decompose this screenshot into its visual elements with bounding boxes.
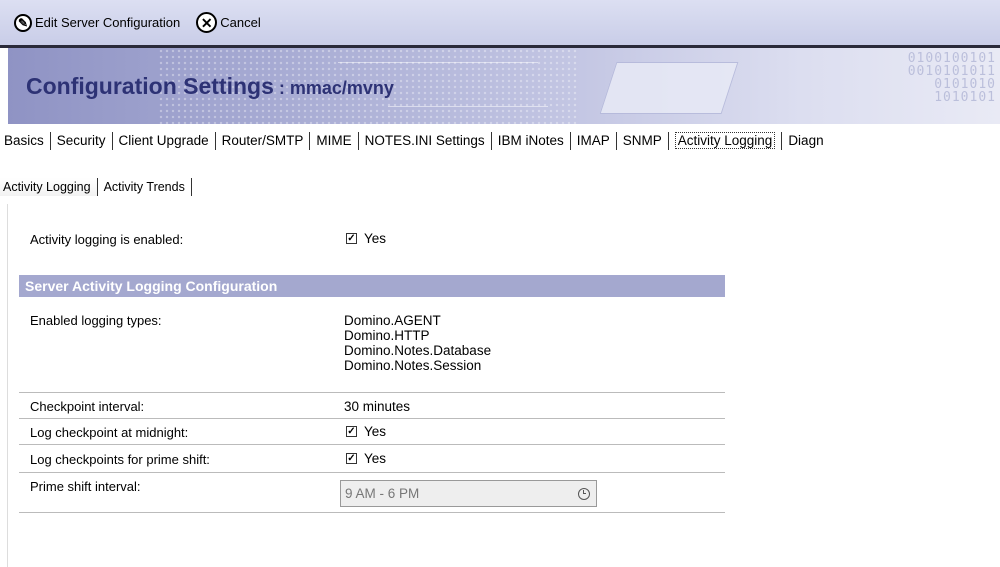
main-tab-bar: Basics Security Client Upgrade Router/SM… xyxy=(0,126,1000,156)
list-item: Domino.Notes.Database xyxy=(344,343,492,358)
edit-server-configuration-button[interactable]: ✎ Edit Server Configuration xyxy=(14,13,181,32)
banner-binary-graphic: 0100100101 0010101011 0101010 1010101 xyxy=(907,51,996,105)
section-header: Server Activity Logging Configuration xyxy=(19,275,725,297)
cancel-label: Cancel xyxy=(220,15,261,30)
log-checkpoints-prime-shift-checkbox[interactable]: ✓ Yes xyxy=(346,451,386,466)
tab-ibm-inotes[interactable]: IBM iNotes xyxy=(492,132,571,150)
tab-basics[interactable]: Basics xyxy=(0,132,51,150)
checkpoint-interval-value: 30 minutes xyxy=(344,399,411,414)
tab-snmp[interactable]: SNMP xyxy=(617,132,669,150)
logging-types-label: Enabled logging types: xyxy=(30,313,162,328)
banner: 0100100101 0010101011 0101010 1010101 Co… xyxy=(8,48,1000,124)
tab-imap[interactable]: IMAP xyxy=(571,132,617,150)
list-item: Domino.Notes.Session xyxy=(344,358,482,373)
checkmark-icon: ✓ xyxy=(346,425,357,437)
close-icon: ✕ xyxy=(196,12,218,33)
server-name: mmac/mvny xyxy=(289,78,394,98)
logging-types-list: Domino.AGENT Domino.HTTP Domino.Notes.Da… xyxy=(344,313,491,373)
tab-activity-logging[interactable]: Activity Logging xyxy=(669,132,783,150)
page-title: Configuration Settings : mmac/mvny xyxy=(26,73,394,99)
tab-notes-ini-settings[interactable]: NOTES.INI Settings xyxy=(359,132,492,150)
log-checkpoint-midnight-checkbox[interactable]: ✓ Yes xyxy=(346,424,386,439)
logging-enabled-checkbox[interactable]: ✓ Yes xyxy=(346,231,386,246)
sub-tab-bar: Activity Logging Activity Trends xyxy=(0,176,192,198)
tab-client-upgrade[interactable]: Client Upgrade xyxy=(113,132,216,150)
toolbar: ✎ Edit Server Configuration ✕ Cancel xyxy=(0,0,1000,48)
cancel-button[interactable]: ✕ Cancel xyxy=(196,12,261,33)
banner-chip-graphic xyxy=(599,62,739,114)
checkmark-icon: ✓ xyxy=(346,232,357,244)
prime-shift-interval-input[interactable]: 9 AM - 6 PM xyxy=(340,480,597,507)
checkpoint-interval-label: Checkpoint interval: xyxy=(30,399,145,414)
log-checkpoints-prime-shift-label: Log checkpoints for prime shift: xyxy=(30,452,210,467)
subtab-activity-logging[interactable]: Activity Logging xyxy=(0,178,98,196)
tab-diagnostics[interactable]: Diagn xyxy=(782,132,829,150)
subtab-activity-trends[interactable]: Activity Trends xyxy=(98,178,192,196)
checkmark-icon: ✓ xyxy=(346,452,357,464)
tab-router-smtp[interactable]: Router/SMTP xyxy=(216,132,311,150)
tab-mime[interactable]: MIME xyxy=(310,132,359,150)
prime-shift-interval-label: Prime shift interval: xyxy=(30,479,141,494)
pencil-icon: ✎ xyxy=(14,13,32,32)
clock-icon[interactable] xyxy=(578,487,590,500)
tab-security[interactable]: Security xyxy=(51,132,113,150)
log-checkpoint-midnight-label: Log checkpoint at midnight: xyxy=(30,425,189,440)
logging-enabled-label: Activity logging is enabled: xyxy=(30,232,184,247)
edit-server-configuration-label: Edit Server Configuration xyxy=(35,15,181,30)
list-item: Domino.HTTP xyxy=(344,328,430,343)
list-item: Domino.AGENT xyxy=(344,313,441,328)
